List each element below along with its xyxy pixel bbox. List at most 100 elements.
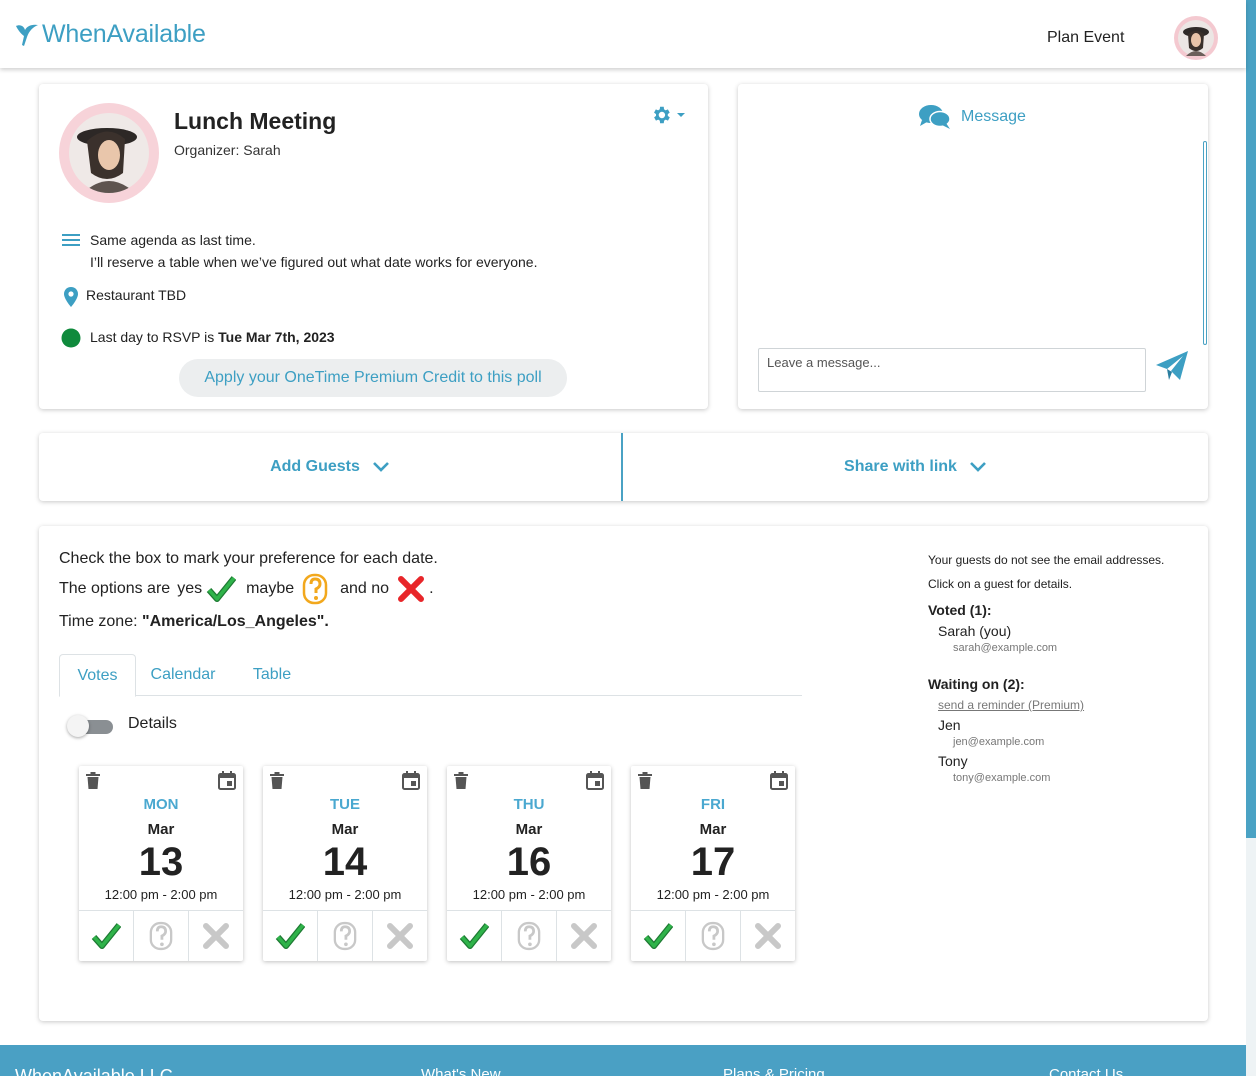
vote-options [79, 910, 243, 961]
rsvp-prefix: Last day to RSVP is [90, 329, 219, 345]
delete-date-button[interactable] [454, 772, 468, 794]
question-mark-icon [701, 921, 725, 951]
guest-email: sarah@example.com [953, 642, 1058, 654]
guest-email: tony@example.com [953, 772, 1051, 784]
plan-event-link[interactable]: Plan Event [1047, 29, 1124, 47]
footer-company: WhenAvailable LLC [15, 1066, 173, 1076]
details-label: Details [128, 715, 177, 732]
send-reminder-link[interactable]: send a reminder (Premium) [938, 698, 1084, 712]
message-card: Message [738, 84, 1208, 409]
vote-yes-button[interactable] [79, 911, 134, 961]
checkmark-icon [643, 923, 673, 949]
details-toggle[interactable] [67, 714, 115, 738]
footer-plans[interactable]: Plans & Pricing [723, 1066, 825, 1076]
vote-options [447, 910, 611, 961]
add-guests-toggle[interactable]: Add Guests [39, 433, 621, 501]
vote-maybe-button[interactable] [686, 911, 741, 961]
date-time: 12:00 pm - 2:00 pm [104, 887, 218, 902]
footer-whats-new[interactable]: What's New [421, 1066, 501, 1076]
legend-period: . [429, 580, 434, 597]
map-pin-icon [64, 287, 78, 307]
delete-date-button[interactable] [638, 772, 652, 794]
yes-label: yes [177, 580, 203, 597]
maybe-label: maybe [246, 580, 295, 597]
date-time: 12:00 pm - 2:00 pm [288, 887, 402, 902]
settings-menu-button[interactable] [650, 104, 686, 126]
x-mark-icon [571, 923, 597, 949]
event-details-card: Lunch Meeting Organizer: Sarah Same agen… [39, 84, 708, 409]
apply-premium-credit-button[interactable]: Apply your OneTime Premium Credit to thi… [179, 359, 567, 397]
tab-table[interactable]: Table [230, 654, 314, 696]
guest-item[interactable]: Sarah (you) sarah@example.com [928, 623, 1198, 654]
checkmark-icon [206, 576, 237, 602]
delete-date-button[interactable] [86, 772, 100, 794]
brand-logo[interactable]: WhenAvailable [14, 20, 206, 49]
vote-no-button[interactable] [373, 911, 427, 961]
question-mark-icon [517, 921, 541, 951]
chat-bubbles-icon [919, 105, 951, 129]
date-weekday: TUE [330, 796, 360, 813]
footer-contact[interactable]: Contact Us [1049, 1066, 1123, 1076]
date-card: MON Mar 13 12:00 pm - 2:00 pm [79, 766, 243, 961]
location-text: Restaurant TBD [86, 287, 187, 303]
vote-maybe-button[interactable] [134, 911, 189, 961]
vote-maybe-button[interactable] [318, 911, 373, 961]
vote-no-button[interactable] [189, 911, 243, 961]
checkmark-icon [459, 923, 489, 949]
vote-yes-button[interactable] [631, 911, 686, 961]
top-header: WhenAvailable Plan Event [0, 0, 1246, 68]
vote-no-button[interactable] [557, 911, 611, 961]
menu-lines-icon [62, 234, 80, 246]
add-guests-label: Add Guests [270, 458, 360, 475]
tab-votes[interactable]: Votes [59, 654, 136, 697]
options-legend: The options are yes maybe and no . [59, 570, 434, 608]
vote-no-button[interactable] [741, 911, 795, 961]
share-link-toggle[interactable]: Share with link [623, 433, 1208, 501]
question-mark-icon [149, 921, 173, 951]
page-scrollbar-thumb[interactable] [1246, 0, 1256, 838]
description-line-2: I’ll reserve a table when we’ve figured … [90, 254, 538, 270]
chevron-down-icon [970, 462, 986, 472]
guest-item[interactable]: Jen jen@example.com [928, 717, 1198, 748]
date-month: Mar [699, 821, 727, 838]
vote-yes-button[interactable] [447, 911, 502, 961]
date-day: 14 [322, 840, 368, 884]
guest-click-note: Click on a guest for details. [928, 577, 1073, 591]
trash-icon [270, 772, 284, 789]
guest-name: Jen [938, 717, 961, 733]
message-header: Message [918, 104, 1026, 130]
tab-calendar[interactable]: Calendar [136, 654, 230, 696]
date-card: TUE Mar 14 12:00 pm - 2:00 pm [263, 766, 427, 961]
x-mark-icon [387, 923, 413, 949]
vote-yes-button[interactable] [263, 911, 318, 961]
description-row: Same agenda as last time. I’ll reserve a… [61, 229, 537, 273]
question-mark-icon [302, 573, 328, 605]
message-scrollbar[interactable] [1203, 141, 1207, 345]
guest-item[interactable]: Tony tony@example.com [928, 753, 1198, 784]
add-to-calendar-button[interactable] [586, 771, 604, 795]
guests-share-bar: Add Guests Share with link [39, 433, 1208, 501]
vote-maybe-button[interactable] [502, 911, 557, 961]
guest-list-panel: Your guests do not see the email address… [928, 552, 1198, 784]
user-avatar[interactable] [1174, 16, 1218, 60]
delete-date-button[interactable] [270, 772, 284, 794]
x-mark-icon [755, 923, 781, 949]
guest-name: Tony [938, 753, 968, 769]
no-label: and no [340, 580, 390, 597]
user-photo-icon [1178, 20, 1214, 56]
poll-instructions: Check the box to mark your preference fo… [59, 550, 438, 567]
message-input[interactable] [758, 348, 1146, 392]
organizer-label: Organizer: Sarah [174, 142, 281, 158]
add-to-calendar-button[interactable] [218, 771, 236, 795]
send-message-button[interactable] [1152, 348, 1192, 384]
waiting-heading: Waiting on (2): [928, 676, 1025, 692]
date-card: THU Mar 16 12:00 pm - 2:00 pm [447, 766, 611, 961]
add-to-calendar-button[interactable] [402, 771, 420, 795]
voted-heading: Voted (1): [928, 602, 992, 618]
poll-card: Check the box to mark your preference fo… [39, 526, 1208, 1021]
gear-icon [654, 106, 670, 124]
calendar-icon [402, 771, 420, 790]
brand-name: WhenAvailable [42, 20, 206, 48]
add-to-calendar-button[interactable] [770, 771, 788, 795]
bird-logo-icon [16, 24, 38, 46]
